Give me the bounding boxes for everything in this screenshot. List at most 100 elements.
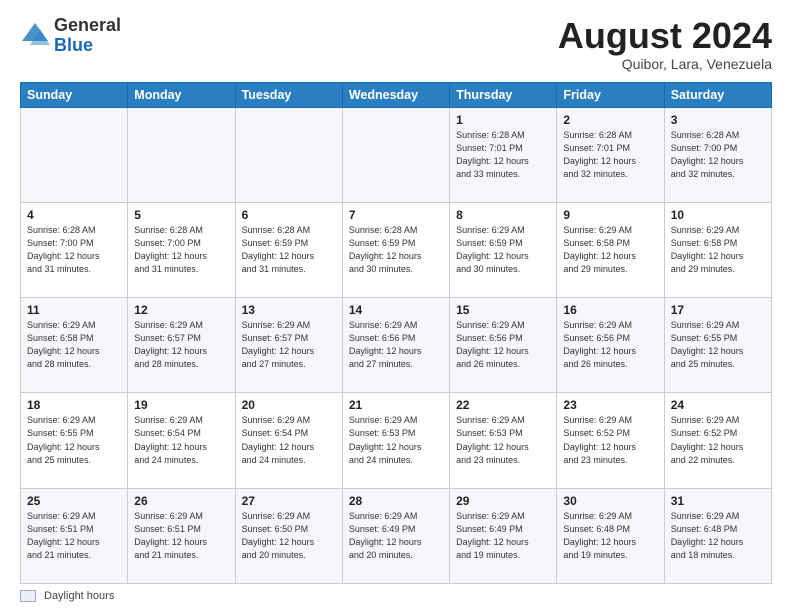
day-number: 16: [563, 303, 657, 317]
calendar-cell: 11 Sunrise: 6:29 AM Sunset: 6:58 PM Dayli…: [21, 298, 128, 393]
day-info: Sunrise: 6:28 AM Sunset: 7:00 PM Dayligh…: [671, 129, 765, 181]
day-number: 30: [563, 494, 657, 508]
calendar-cell: 30 Sunrise: 6:29 AM Sunset: 6:48 PM Dayli…: [557, 488, 664, 583]
calendar-cell: 26 Sunrise: 6:29 AM Sunset: 6:51 PM Dayli…: [128, 488, 235, 583]
calendar-cell: 15 Sunrise: 6:29 AM Sunset: 6:56 PM Dayli…: [450, 298, 557, 393]
header: General Blue August 2024 Quibor, Lara, V…: [20, 16, 772, 72]
calendar-cell: 23 Sunrise: 6:29 AM Sunset: 6:52 PM Dayli…: [557, 393, 664, 488]
day-info: Sunrise: 6:29 AM Sunset: 6:53 PM Dayligh…: [349, 414, 443, 466]
day-info: Sunrise: 6:29 AM Sunset: 6:49 PM Dayligh…: [456, 510, 550, 562]
location: Quibor, Lara, Venezuela: [558, 56, 772, 72]
day-number: 31: [671, 494, 765, 508]
calendar-cell: 17 Sunrise: 6:29 AM Sunset: 6:55 PM Dayli…: [664, 298, 771, 393]
day-number: 23: [563, 398, 657, 412]
day-info: Sunrise: 6:28 AM Sunset: 7:01 PM Dayligh…: [456, 129, 550, 181]
calendar-cell: 10 Sunrise: 6:29 AM Sunset: 6:58 PM Dayli…: [664, 202, 771, 297]
day-info: Sunrise: 6:29 AM Sunset: 6:51 PM Dayligh…: [134, 510, 228, 562]
calendar-cell: 2Sunrise: 6:28 AM Sunset: 7:01 PM Daylig…: [557, 107, 664, 202]
calendar-cell: [342, 107, 449, 202]
footer: Daylight hours: [20, 590, 772, 602]
day-info: Sunrise: 6:29 AM Sunset: 6:51 PM Dayligh…: [27, 510, 121, 562]
logo-general-text: General: [54, 15, 121, 35]
calendar-cell: 29 Sunrise: 6:29 AM Sunset: 6:49 PM Dayli…: [450, 488, 557, 583]
calendar-cell: 31Sunrise: 6:29 AM Sunset: 6:48 PM Dayli…: [664, 488, 771, 583]
day-number: 17: [671, 303, 765, 317]
day-number: 20: [242, 398, 336, 412]
calendar-cell: 22Sunrise: 6:29 AM Sunset: 6:53 PM Dayli…: [450, 393, 557, 488]
logo-icon: [20, 21, 50, 51]
day-number: 14: [349, 303, 443, 317]
day-info: Sunrise: 6:29 AM Sunset: 6:54 PM Dayligh…: [242, 414, 336, 466]
day-info: Sunrise: 6:29 AM Sunset: 6:55 PM Dayligh…: [27, 414, 121, 466]
day-number: 24: [671, 398, 765, 412]
day-info: Sunrise: 6:29 AM Sunset: 6:49 PM Dayligh…: [349, 510, 443, 562]
day-number: 12: [134, 303, 228, 317]
day-number: 11: [27, 303, 121, 317]
logo: General Blue: [20, 16, 121, 56]
calendar-cell: 4 Sunrise: 6:28 AM Sunset: 7:00 PM Daylig…: [21, 202, 128, 297]
calendar-week-row: 11 Sunrise: 6:29 AM Sunset: 6:58 PM Dayli…: [21, 298, 772, 393]
day-info: Sunrise: 6:29 AM Sunset: 6:52 PM Dayligh…: [563, 414, 657, 466]
day-number: 26: [134, 494, 228, 508]
calendar-cell: 14 Sunrise: 6:29 AM Sunset: 6:56 PM Dayli…: [342, 298, 449, 393]
day-info: Sunrise: 6:29 AM Sunset: 6:58 PM Dayligh…: [563, 224, 657, 276]
day-info: Sunrise: 6:29 AM Sunset: 6:58 PM Dayligh…: [671, 224, 765, 276]
day-number: 5: [134, 208, 228, 222]
calendar-week-row: 25 Sunrise: 6:29 AM Sunset: 6:51 PM Dayli…: [21, 488, 772, 583]
day-info: Sunrise: 6:29 AM Sunset: 6:55 PM Dayligh…: [671, 319, 765, 371]
day-number: 25: [27, 494, 121, 508]
day-number: 19: [134, 398, 228, 412]
day-number: 7: [349, 208, 443, 222]
page: General Blue August 2024 Quibor, Lara, V…: [0, 0, 792, 612]
calendar-cell: 5 Sunrise: 6:28 AM Sunset: 7:00 PM Daylig…: [128, 202, 235, 297]
day-number: 18: [27, 398, 121, 412]
day-number: 10: [671, 208, 765, 222]
day-number: 3: [671, 113, 765, 127]
calendar-cell: [128, 107, 235, 202]
day-number: 28: [349, 494, 443, 508]
calendar-cell: 19 Sunrise: 6:29 AM Sunset: 6:54 PM Dayli…: [128, 393, 235, 488]
day-number: 1: [456, 113, 550, 127]
legend-label: Daylight hours: [44, 590, 114, 602]
logo-blue-text: Blue: [54, 35, 93, 55]
day-info: Sunrise: 6:29 AM Sunset: 6:48 PM Dayligh…: [563, 510, 657, 562]
calendar-header-row: SundayMondayTuesdayWednesdayThursdayFrid…: [21, 82, 772, 107]
day-info: Sunrise: 6:29 AM Sunset: 6:50 PM Dayligh…: [242, 510, 336, 562]
day-info: Sunrise: 6:29 AM Sunset: 6:56 PM Dayligh…: [349, 319, 443, 371]
day-info: Sunrise: 6:28 AM Sunset: 7:00 PM Dayligh…: [27, 224, 121, 276]
calendar-cell: [21, 107, 128, 202]
day-info: Sunrise: 6:29 AM Sunset: 6:54 PM Dayligh…: [134, 414, 228, 466]
day-info: Sunrise: 6:29 AM Sunset: 6:56 PM Dayligh…: [456, 319, 550, 371]
day-number: 13: [242, 303, 336, 317]
calendar-cell: 9 Sunrise: 6:29 AM Sunset: 6:58 PM Daylig…: [557, 202, 664, 297]
calendar-cell: 13 Sunrise: 6:29 AM Sunset: 6:57 PM Dayli…: [235, 298, 342, 393]
day-info: Sunrise: 6:29 AM Sunset: 6:58 PM Dayligh…: [27, 319, 121, 371]
calendar-weekday-monday: Monday: [128, 82, 235, 107]
calendar-cell: 1 Sunrise: 6:28 AM Sunset: 7:01 PM Daylig…: [450, 107, 557, 202]
day-info: Sunrise: 6:29 AM Sunset: 6:57 PM Dayligh…: [242, 319, 336, 371]
day-number: 29: [456, 494, 550, 508]
calendar-weekday-friday: Friday: [557, 82, 664, 107]
calendar-cell: 8Sunrise: 6:29 AM Sunset: 6:59 PM Daylig…: [450, 202, 557, 297]
calendar-weekday-wednesday: Wednesday: [342, 82, 449, 107]
calendar-week-row: 18 Sunrise: 6:29 AM Sunset: 6:55 PM Dayli…: [21, 393, 772, 488]
day-info: Sunrise: 6:29 AM Sunset: 6:57 PM Dayligh…: [134, 319, 228, 371]
day-number: 4: [27, 208, 121, 222]
calendar-cell: [235, 107, 342, 202]
calendar-cell: 16 Sunrise: 6:29 AM Sunset: 6:56 PM Dayli…: [557, 298, 664, 393]
day-number: 15: [456, 303, 550, 317]
day-info: Sunrise: 6:28 AM Sunset: 7:00 PM Dayligh…: [134, 224, 228, 276]
title-block: August 2024 Quibor, Lara, Venezuela: [558, 16, 772, 72]
calendar-cell: 3 Sunrise: 6:28 AM Sunset: 7:00 PM Daylig…: [664, 107, 771, 202]
day-number: 27: [242, 494, 336, 508]
day-number: 6: [242, 208, 336, 222]
calendar-cell: 25 Sunrise: 6:29 AM Sunset: 6:51 PM Dayli…: [21, 488, 128, 583]
day-number: 8: [456, 208, 550, 222]
day-info: Sunrise: 6:28 AM Sunset: 6:59 PM Dayligh…: [242, 224, 336, 276]
calendar-weekday-thursday: Thursday: [450, 82, 557, 107]
day-number: 9: [563, 208, 657, 222]
calendar-weekday-sunday: Sunday: [21, 82, 128, 107]
calendar-cell: 27 Sunrise: 6:29 AM Sunset: 6:50 PM Dayli…: [235, 488, 342, 583]
logo-text: General Blue: [54, 16, 121, 56]
day-info: Sunrise: 6:29 AM Sunset: 6:56 PM Dayligh…: [563, 319, 657, 371]
